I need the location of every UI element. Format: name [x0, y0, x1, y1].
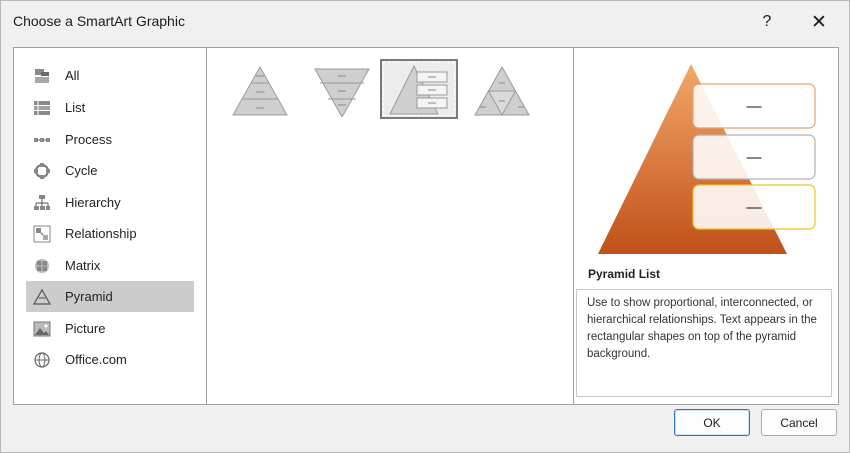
cancel-button[interactable]: Cancel: [761, 409, 837, 436]
category-label: Hierarchy: [65, 195, 121, 210]
category-relationship[interactable]: Relationship: [26, 218, 194, 249]
preview-title: Pyramid List: [588, 267, 661, 281]
category-label: List: [65, 100, 86, 115]
gallery-inverted-pyramid[interactable]: [303, 60, 381, 120]
category-office-com[interactable]: Office.com: [26, 344, 194, 375]
gallery-segmented-pyramid[interactable]: [463, 60, 541, 120]
category-label: Picture: [65, 321, 106, 336]
ok-button[interactable]: OK: [674, 409, 750, 436]
process-icon: [33, 131, 51, 149]
category-cycle[interactable]: Cycle: [26, 155, 194, 186]
category-list-item[interactable]: List: [26, 92, 194, 123]
gallery-pyramid-list[interactable]: [380, 59, 458, 119]
category-all[interactable]: All: [26, 60, 194, 91]
gallery-basic-pyramid[interactable]: [221, 60, 299, 120]
category-label: Pyramid: [65, 289, 113, 304]
smartart-dialog: Choose a SmartArt Graphic ? ✕ All List P…: [0, 0, 850, 453]
category-matrix[interactable]: Matrix: [26, 250, 194, 281]
category-hierarchy[interactable]: Hierarchy: [26, 187, 194, 218]
category-process[interactable]: Process: [26, 124, 194, 155]
relationship-icon: [33, 225, 51, 243]
category-label: Matrix: [65, 258, 101, 273]
preview-box-3-label: —: [747, 199, 762, 216]
category-picture[interactable]: Picture: [26, 313, 194, 344]
all-icon: [33, 67, 51, 85]
preview-description: Use to show proportional, interconnected…: [576, 289, 832, 397]
hierarchy-icon: [33, 194, 51, 212]
category-label: Cycle: [65, 163, 98, 178]
category-pyramid[interactable]: Pyramid: [26, 281, 194, 312]
preview-box-1-label: —: [747, 98, 762, 115]
dialog-content: All List Process Cycle Hierarchy Relatio…: [13, 47, 839, 405]
close-button[interactable]: ✕: [797, 5, 841, 39]
picture-icon: [33, 320, 51, 338]
matrix-icon: [33, 257, 51, 275]
globe-icon: [33, 351, 51, 369]
help-button[interactable]: ?: [745, 5, 789, 39]
preview-pane: — — — Pyramid List Use to show proportio…: [574, 48, 838, 404]
preview-text-boxes: — — —: [692, 83, 816, 230]
category-label: Process: [65, 132, 112, 147]
title-bar: Choose a SmartArt Graphic ? ✕: [1, 1, 849, 43]
category-label: Relationship: [65, 226, 137, 241]
category-list: All List Process Cycle Hierarchy Relatio…: [14, 48, 207, 404]
cycle-icon: [33, 162, 51, 180]
preview-image: — — —: [598, 64, 816, 254]
list-icon: [33, 99, 51, 117]
pyramid-icon: [33, 288, 51, 306]
layout-gallery: [207, 48, 574, 404]
dialog-title: Choose a SmartArt Graphic: [13, 13, 185, 29]
category-label: All: [65, 68, 80, 83]
preview-box-2-label: —: [747, 149, 762, 166]
category-label: Office.com: [65, 352, 127, 367]
